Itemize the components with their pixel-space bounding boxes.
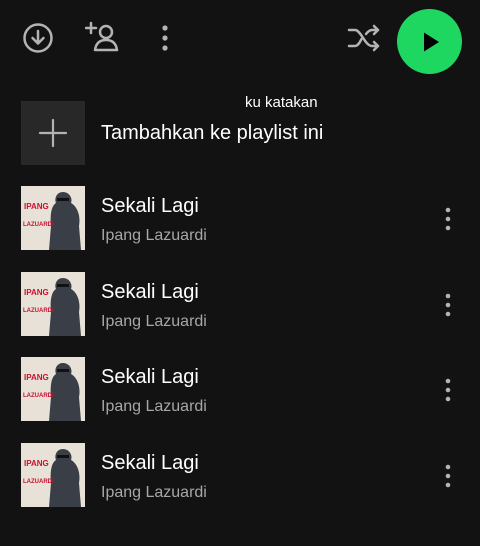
play-button[interactable] bbox=[397, 9, 462, 74]
album-art-subtitle: LAZUARDI bbox=[23, 479, 54, 485]
track-title: Sekali Lagi bbox=[101, 366, 199, 388]
album-art: IPANG LAZUARDI bbox=[21, 186, 85, 250]
track-row[interactable]: IPANG LAZUARDI Sekali Lagi Ipang Lazuard… bbox=[0, 357, 480, 443]
add-tile bbox=[21, 101, 85, 165]
download-button[interactable] bbox=[20, 20, 56, 56]
add-to-playlist-label: Tambahkan ke playlist ini bbox=[101, 121, 324, 144]
track-more-button[interactable] bbox=[436, 461, 460, 491]
track-row[interactable]: IPANG LAZUARDI Sekali Lagi Ipang Lazuard… bbox=[0, 271, 480, 358]
more-vertical-icon bbox=[445, 207, 451, 231]
album-art-subtitle: LAZUARDI bbox=[23, 222, 54, 228]
album-art-subtitle: LAZUARDI bbox=[23, 308, 54, 314]
track-more-button[interactable] bbox=[436, 290, 460, 320]
album-art-title: IPANG bbox=[24, 202, 49, 211]
shuffle-icon bbox=[347, 24, 380, 52]
album-art: IPANG LAZUARDI bbox=[21, 357, 85, 421]
track-artist[interactable]: Ipang Lazuardi bbox=[101, 484, 207, 502]
download-circle-icon bbox=[23, 23, 53, 53]
add-to-playlist-row[interactable]: Tambahkan ke playlist ini bbox=[21, 101, 461, 165]
play-icon bbox=[423, 32, 439, 51]
album-art-title: IPANG bbox=[24, 459, 49, 468]
more-vertical-icon bbox=[162, 25, 168, 51]
more-vertical-icon bbox=[445, 464, 451, 487]
track-title: Sekali Lagi bbox=[101, 195, 199, 217]
album-art: IPANG LAZUARDI bbox=[21, 442, 85, 507]
album-art-title: IPANG bbox=[24, 373, 49, 382]
track-list: IPANG LAZUARDI Sekali Lagi Ipang Lazuard… bbox=[0, 186, 480, 528]
album-art-title: IPANG bbox=[24, 288, 49, 297]
album-art-subtitle: LAZUARDI bbox=[23, 393, 54, 399]
more-options-button[interactable] bbox=[152, 20, 178, 56]
track-title: Sekali Lagi bbox=[101, 451, 199, 474]
track-title: Sekali Lagi bbox=[101, 280, 199, 303]
album-art: IPANG LAZUARDI bbox=[21, 271, 85, 336]
track-row[interactable]: IPANG LAZUARDI Sekali Lagi Ipang Lazuard… bbox=[0, 442, 480, 529]
plus-icon bbox=[38, 118, 68, 148]
playlist-toolbar bbox=[0, 0, 480, 80]
shuffle-button[interactable] bbox=[344, 20, 384, 56]
add-user-icon bbox=[85, 21, 119, 52]
add-user-button[interactable] bbox=[84, 18, 122, 56]
track-artist[interactable]: Ipang Lazuardi bbox=[101, 398, 207, 416]
track-artist[interactable]: Ipang Lazuardi bbox=[101, 227, 207, 245]
track-more-button[interactable] bbox=[436, 204, 460, 234]
more-vertical-icon bbox=[445, 378, 451, 402]
more-vertical-icon bbox=[445, 293, 451, 316]
track-row[interactable]: IPANG LAZUARDI Sekali Lagi Ipang Lazuard… bbox=[0, 186, 480, 272]
track-more-button[interactable] bbox=[436, 375, 460, 405]
track-artist[interactable]: Ipang Lazuardi bbox=[101, 313, 207, 331]
